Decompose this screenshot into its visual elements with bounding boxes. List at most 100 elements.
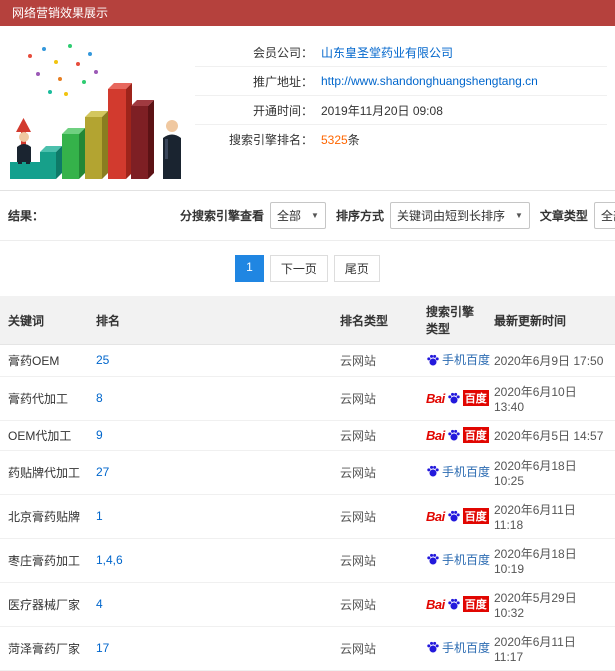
update-time-cell: 2020年6月11日 11:17	[486, 626, 615, 671]
rank-cell: 4	[88, 582, 332, 627]
baidu-logo: Bai 百度	[426, 508, 489, 524]
engine-rank-count-number: 5325	[321, 133, 348, 147]
next-page-button[interactable]: 下一页	[269, 255, 328, 282]
last-page-button[interactable]: 尾页	[333, 255, 380, 282]
table-row: 枣庄膏药加工 1,4,6 云网站 手机百度 2020年6月18日 10:19	[0, 538, 615, 583]
keyword-cell: 北京膏药贴牌	[0, 494, 88, 539]
table-row: 医疗器械厂家 4 云网站 Bai 百度 2020年5月29日 10:32	[0, 582, 615, 627]
info-section: 会员公司： 山东皇圣堂药业有限公司 推广地址： http://www.shandong…	[0, 26, 615, 190]
pagination: 1 下一页 尾页	[0, 241, 615, 296]
mobile-baidu-label: 手机百度	[442, 640, 491, 655]
table-row: 北京膏药贴牌 1 云网站 Bai 百度 2020年6月11日 11:18	[0, 494, 615, 539]
baidu-logo-badge: 百度	[462, 390, 489, 406]
sort-select[interactable]: 关键词由短到长排序 ▼	[389, 202, 530, 229]
baidu-paw-icon	[448, 510, 460, 522]
chevron-down-icon: ▼	[311, 211, 319, 220]
column-header-1: 排名	[88, 296, 332, 345]
rank-type-cell: 云网站	[332, 538, 418, 583]
info-row-member-company: 会员公司： 山东皇圣堂药业有限公司	[195, 38, 607, 67]
member-company-value[interactable]: 山东皇圣堂药业有限公司	[321, 44, 453, 61]
baidu-logo-text: Bai	[426, 390, 445, 406]
member-company-label: 会员公司：	[252, 45, 313, 60]
keyword-ranking-table: 关键词 排名 排名类型 搜索引擎类型 最新更新时间 膏药OEM 25 云网站 手机百度 2020…	[0, 296, 615, 671]
baidu-paw-icon	[448, 598, 460, 610]
result-filter-bar: 结果： 分搜索引擎查看 全部 ▼ 排序方式 关键词由短到长排序 ▼ 文章类型 全…	[0, 190, 615, 241]
rank-type-cell: 云网站	[332, 450, 418, 495]
chevron-down-icon: ▼	[515, 211, 523, 220]
baidu-logo-badge: 百度	[462, 427, 489, 443]
update-time-cell: 2020年6月18日 10:25	[486, 450, 615, 495]
engine-select-value: 全部	[277, 209, 302, 223]
keyword-cell: 医疗器械厂家	[0, 582, 88, 627]
rank-type-cell: 云网站	[332, 376, 418, 421]
article-type-select[interactable]: 全部 ▼	[593, 202, 615, 229]
table-row: 药贴牌代加工 27 云网站 手机百度 2020年6月18日 10:25	[0, 450, 615, 495]
sort-filter-label: 排序方式	[335, 209, 384, 223]
update-time-cell: 2020年6月10日 13:40	[486, 376, 615, 421]
engine-rank-count-value: 5325条	[321, 131, 360, 148]
update-time-cell: 2020年6月18日 10:19	[486, 538, 615, 583]
info-row-open-time: 开通时间： 2019年11月20日 09:08	[195, 96, 607, 125]
mobile-baidu-logo: 手机百度	[426, 463, 490, 480]
table-row: 膏药OEM 25 云网站 手机百度 2020年6月9日 17:50	[0, 344, 615, 377]
baidu-logo-text: Bai	[426, 596, 445, 612]
rank-cell: 25	[88, 344, 332, 377]
page-header: 网络营销效果展示	[0, 0, 615, 26]
info-fields: 会员公司： 山东皇圣堂药业有限公司 推广地址： http://www.shandong…	[195, 34, 615, 184]
businessman-left	[10, 132, 40, 179]
rank-type-cell: 云网站	[332, 344, 418, 377]
keyword-cell: 膏药OEM	[0, 344, 88, 377]
info-row-promo-url: 推广地址： http://www.shandonghuangshengtang.c…	[195, 67, 607, 96]
rank-cell: 1	[88, 494, 332, 539]
update-time-cell: 2020年6月11日 11:18	[486, 494, 615, 539]
mobile-baidu-logo: 手机百度	[426, 639, 490, 656]
table-header-row: 关键词 排名 排名类型 搜索引擎类型 最新更新时间	[0, 296, 615, 345]
sort-select-value: 关键词由短到长排序	[396, 209, 505, 223]
rank-type-cell: 云网站	[332, 494, 418, 539]
baidu-logo: Bai 百度	[426, 390, 489, 406]
baidu-paw-icon	[448, 392, 460, 404]
baidu-logo-text: Bai	[426, 427, 445, 443]
table-row: 膏药代加工 8 云网站 Bai 百度 2020年6月10日 13:40	[0, 376, 615, 421]
update-time-cell: 2020年5月29日 10:32	[486, 582, 615, 627]
open-time-value: 2019年11月20日 09:08	[321, 103, 443, 118]
promo-url-value[interactable]: http://www.shandonghuangshengtang.cn	[321, 74, 538, 88]
mobile-baidu-label: 手机百度	[442, 464, 491, 479]
baidu-paw-icon	[427, 466, 439, 477]
rank-cell: 17	[88, 626, 332, 671]
engine-type-cell: Bai 百度	[418, 494, 489, 539]
bar-chart-graphic	[10, 44, 181, 179]
filter-controls: 分搜索引擎查看 全部 ▼ 排序方式 关键词由短到长排序 ▼ 文章类型 全部 ▼ …	[176, 201, 615, 230]
table-row: OEM代加工 9 云网站 Bai 百度 2020年6月5日 14:57	[0, 420, 615, 451]
mobile-baidu-label: 手机百度	[442, 353, 491, 367]
column-header-2: 排名类型	[332, 296, 418, 345]
promo-url-label: 推广地址：	[252, 74, 313, 89]
baidu-logo-text: Bai	[426, 508, 445, 524]
mobile-baidu-logo: 手机百度	[426, 351, 490, 368]
engine-type-cell: 手机百度	[418, 450, 490, 495]
mobile-baidu-label: 手机百度	[442, 552, 491, 567]
baidu-paw-icon	[427, 554, 439, 565]
baidu-paw-icon	[427, 642, 439, 653]
engine-type-cell: 手机百度	[418, 344, 490, 377]
baidu-logo-badge: 百度	[462, 508, 489, 524]
baidu-paw-icon	[427, 354, 439, 366]
engine-rank-count-suffix: 条	[347, 133, 360, 147]
businessman-right	[163, 120, 181, 179]
open-time-label: 开通时间：	[252, 103, 313, 118]
keyword-cell: 菏泽膏药厂家	[0, 626, 88, 671]
engine-select[interactable]: 全部 ▼	[270, 202, 326, 229]
page-title: 网络营销效果展示	[12, 6, 109, 20]
page-button-current[interactable]: 1	[235, 255, 264, 282]
rank-cell: 1,4,6	[88, 538, 332, 583]
engine-type-cell: 手机百度	[418, 626, 490, 671]
growth-chart-illustration	[0, 34, 195, 184]
article-type-label: 文章类型	[539, 209, 588, 223]
engine-filter-label: 分搜索引擎查看	[180, 209, 265, 223]
rank-cell: 27	[88, 450, 332, 495]
column-header-4: 最新更新时间	[486, 296, 615, 345]
result-label: 结果：	[8, 209, 45, 223]
column-header-0: 关键词	[0, 296, 88, 345]
mobile-baidu-logo: 手机百度	[426, 551, 490, 568]
update-time-cell: 2020年6月5日 14:57	[486, 420, 615, 451]
